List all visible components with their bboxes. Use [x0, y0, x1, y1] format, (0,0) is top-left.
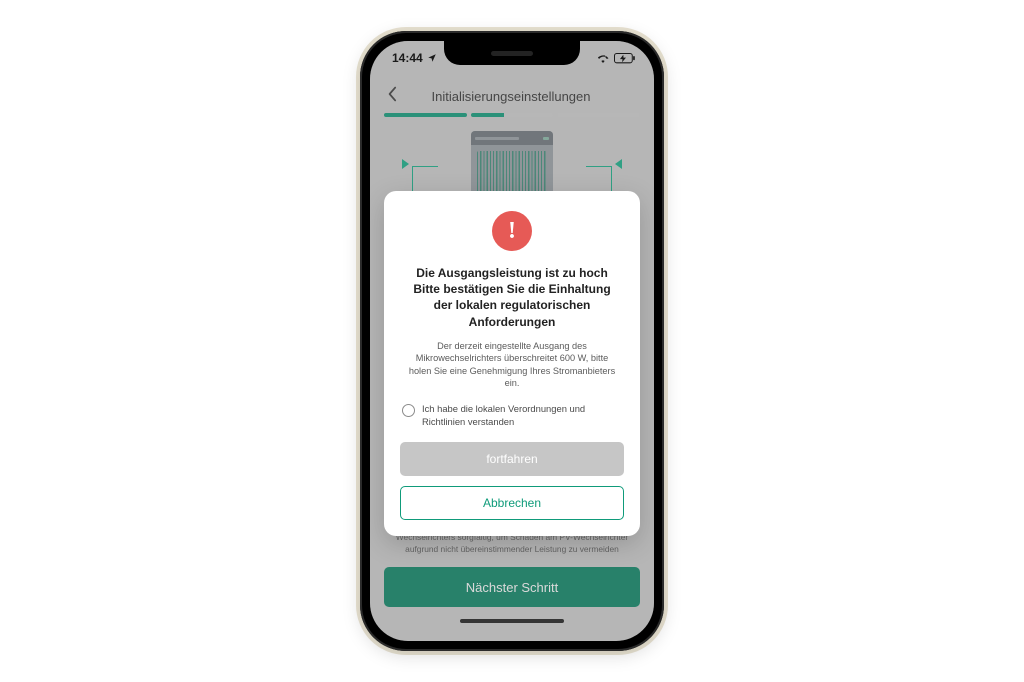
alert-icon: ! [492, 211, 532, 251]
wifi-icon [596, 53, 610, 63]
dialog-body: Der derzeit eingestellte Ausgang des Mik… [400, 340, 624, 402]
power-warning-dialog: ! Die Ausgangsleistung ist zu hoch Bitte… [384, 191, 640, 536]
dialog-title: Die Ausgangsleistung ist zu hoch Bitte b… [400, 265, 624, 340]
cancel-label: Abbrechen [483, 496, 541, 510]
battery-charging-icon [614, 53, 636, 64]
radio-unchecked-icon [402, 404, 415, 417]
acknowledge-checkbox[interactable]: Ich habe die lokalen Verordnungen und Ri… [400, 401, 624, 441]
continue-button[interactable]: fortfahren [400, 442, 624, 476]
location-icon [427, 53, 437, 63]
acknowledge-label: Ich habe die lokalen Verordnungen und Ri… [422, 403, 622, 427]
speaker-grill [491, 51, 533, 56]
phone-screen: 14:44 Initialisierungseinstellungen [370, 41, 654, 641]
phone-notch [444, 41, 580, 65]
cancel-button[interactable]: Abbrechen [400, 486, 624, 520]
status-time: 14:44 [392, 51, 423, 65]
phone-frame: 14:44 Initialisierungseinstellungen [360, 31, 664, 651]
continue-label: fortfahren [486, 452, 537, 466]
